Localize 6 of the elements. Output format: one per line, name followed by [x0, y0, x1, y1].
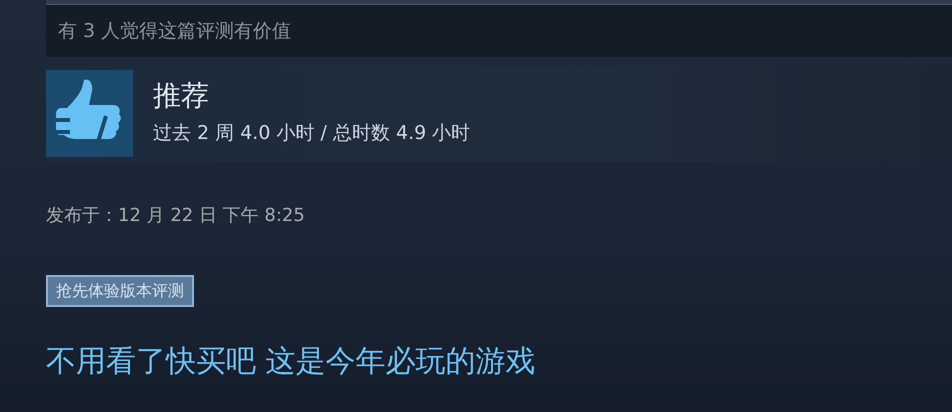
playtime-text: 过去 2 周 4.0 小时 / 总时数 4.9 小时 — [153, 121, 470, 146]
early-access-tag: 抢先体验版本评测 — [46, 275, 194, 307]
posted-date: 发布于：12 月 22 日 下午 8:25 — [46, 205, 305, 226]
helpful-count-text: 有 3 人觉得这篇评测有价值 — [58, 18, 292, 44]
verdict-title: 推荐 — [153, 79, 210, 114]
review-text: 不用看了快买吧 这是今年必玩的游戏 — [46, 344, 536, 379]
